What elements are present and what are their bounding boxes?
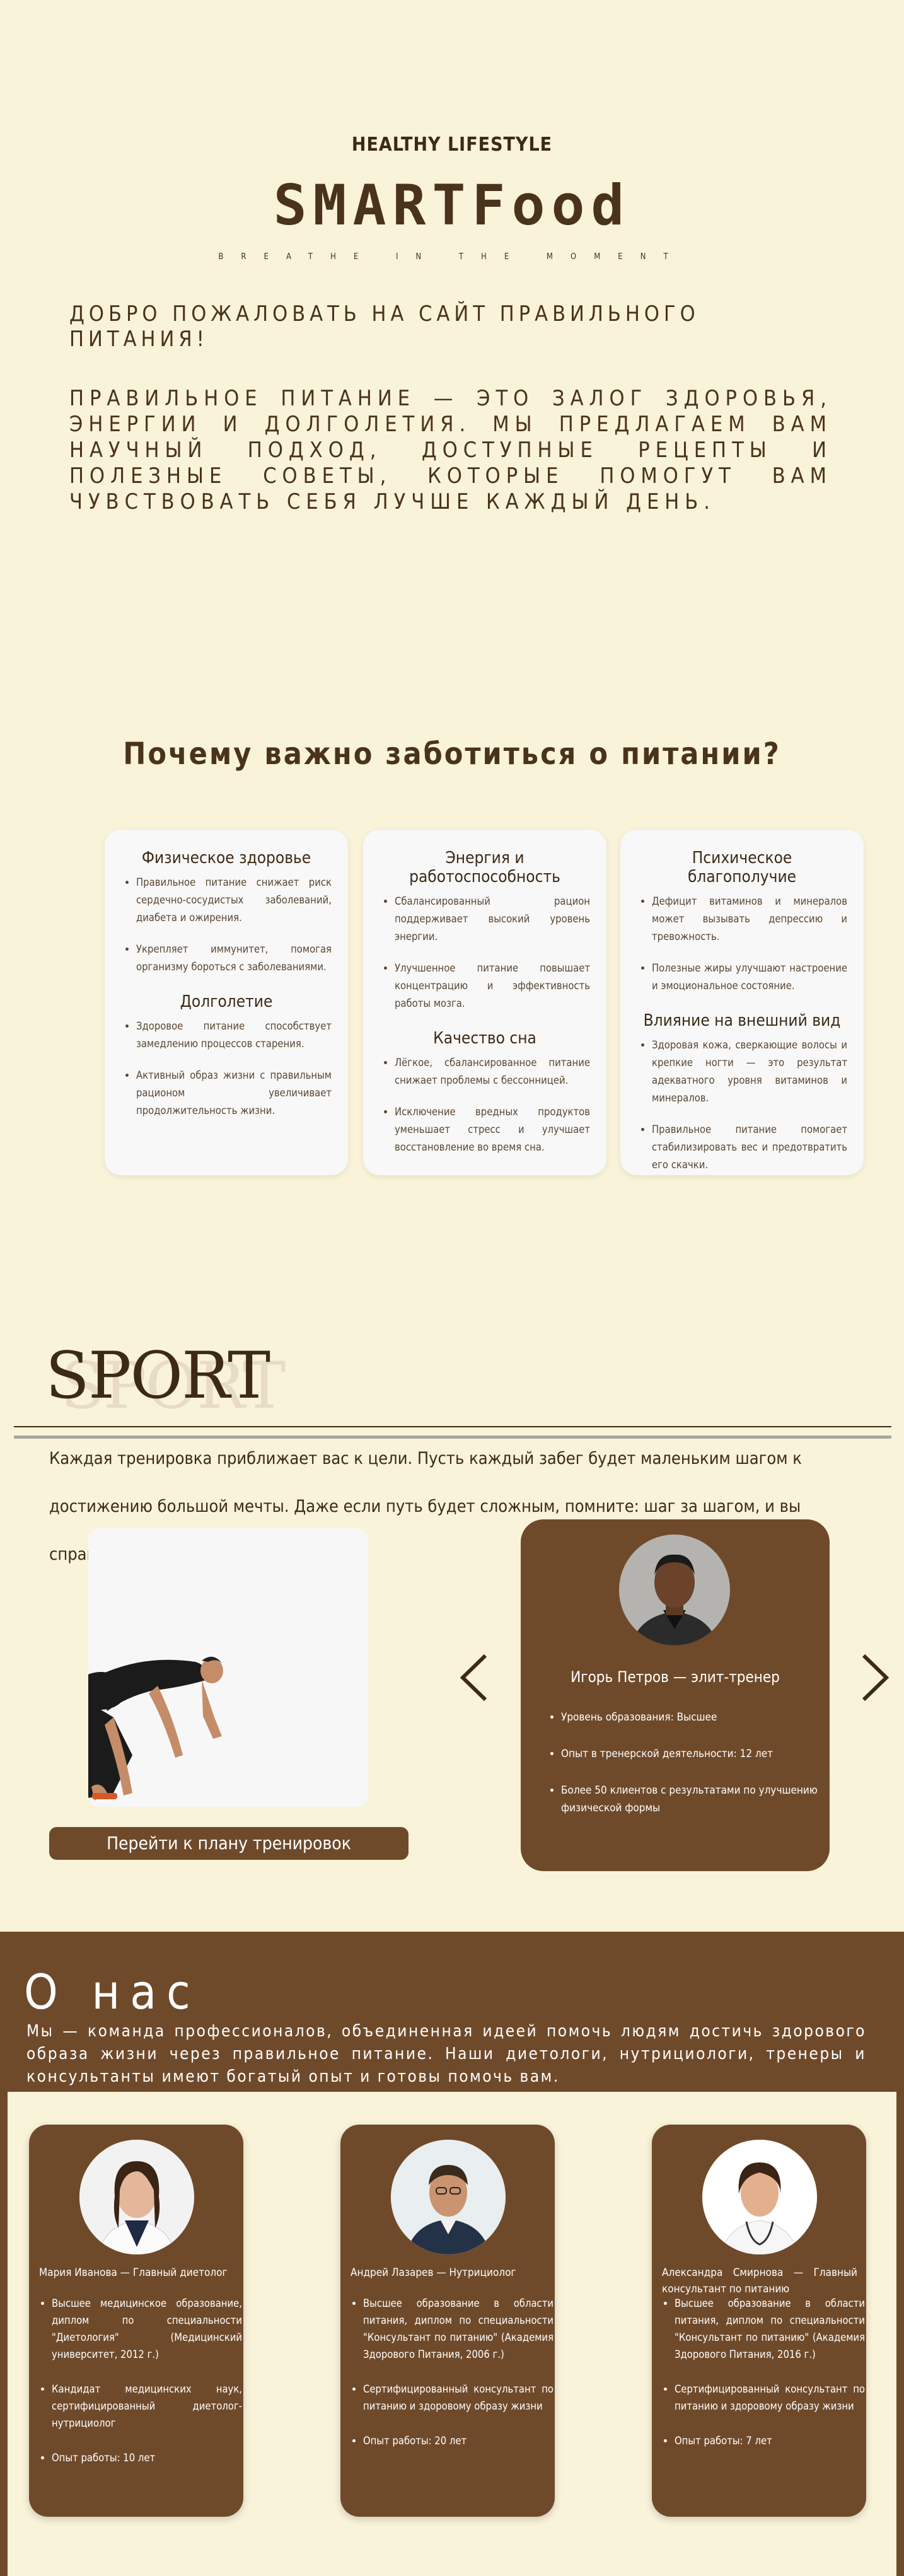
list-item: Правильное питание снижает риск сердечно… (136, 874, 332, 927)
athlete-image (88, 1528, 368, 1807)
sport-title: SPORT (45, 1338, 270, 1413)
list-item: Здоровая кожа, сверкающие волосы и крепк… (652, 1036, 847, 1107)
card-heading: Физическое здоровье (141, 849, 311, 867)
team-member-details: Высшее образование в области питания, ди… (351, 2295, 553, 2467)
list-item: Высшее медицинское образование, диплом п… (52, 2295, 242, 2363)
team-card: Мария Иванова — Главный диетолог Высшее … (29, 2125, 243, 2517)
team-member-name: Мария Иванова — Главный диетолог (39, 2266, 228, 2279)
intro-text: Правильное питание — это залог здоровья,… (69, 386, 832, 514)
team-member-name: Александра Смирнова — Главный консультан… (662, 2266, 857, 2295)
about-title: О нас (24, 1964, 200, 2020)
card-heading: Психическое благополучие (687, 849, 797, 886)
training-plan-button[interactable]: Перейти к плану тренировок (49, 1827, 409, 1860)
list-item: Высшее образование в области питания, ди… (675, 2295, 865, 2363)
benefit-list: Здоровая кожа, сверкающие волосы и крепк… (637, 1036, 847, 1174)
hero-tagline: BREATHE IN THE MOMENT (218, 252, 686, 262)
benefit-list: Правильное питание снижает риск сердечно… (121, 874, 332, 976)
benefit-list: Дефицит витаминов и минералов может вызы… (637, 893, 847, 995)
card-heading: Долголетие (180, 992, 273, 1011)
chevron-right-icon[interactable] (859, 1653, 891, 1705)
trainer-details: Уровень образования: Высшее Опыт в трене… (546, 1709, 826, 1836)
benefit-card: Психическое благополучие Дефицит витамин… (620, 830, 864, 1175)
list-item: Сертифицированный консультант по питанию… (675, 2381, 865, 2415)
trainer-avatar (619, 1535, 730, 1645)
divider (14, 1426, 891, 1427)
team-card: Александра Смирнова — Главный консультан… (652, 2125, 866, 2517)
list-item: Активный образ жизни с правильным рацион… (136, 1067, 332, 1120)
benefit-list: Сбалансированный рацион поддерживает выс… (380, 893, 590, 1012)
list-item: Исключение вредных продуктов уменьшает с… (395, 1103, 590, 1156)
list-item: Здоровое питание способствует замедлению… (136, 1018, 332, 1053)
trainer-card: Игорь Петров — элит-тренер Уровень образ… (521, 1519, 830, 1871)
list-item: Опыт работы: 10 лет (52, 2449, 242, 2466)
chevron-left-icon[interactable] (458, 1653, 490, 1705)
team-avatar (391, 2140, 506, 2254)
list-item: Улучшенное питание повышает концентрацию… (395, 960, 590, 1012)
list-item: Опыт в тренерской деятельности: 12 лет (561, 1745, 826, 1763)
team-card: Андрей Лазарев — Нутрициолог Высшее обра… (340, 2125, 555, 2517)
team-member-details: Высшее медицинское образование, диплом п… (39, 2295, 242, 2484)
benefit-card: Энергия и работоспособность Сбалансирова… (363, 830, 606, 1175)
list-item: Более 50 клиентов с результатами по улуч… (561, 1782, 826, 1817)
hero-kicker: HEALTHY LIFESTYLE (351, 134, 553, 156)
list-item: Укрепляет иммунитет, помогая организму б… (136, 941, 332, 976)
why-title: Почему важно заботиться о питании? (123, 736, 781, 772)
list-item: Кандидат медицинских наук, сертифицирова… (52, 2381, 242, 2432)
list-item: Уровень образования: Высшее (561, 1709, 826, 1726)
team-member-name: Андрей Лазарев — Нутрициолог (351, 2266, 516, 2279)
site-logo[interactable]: SMARTFood (0, 178, 904, 233)
benefit-card: Физическое здоровье Правильное питание с… (105, 830, 348, 1175)
trainer-name: Игорь Петров — элит-тренер (571, 1668, 780, 1686)
list-item: Сертифицированный консультант по питанию… (363, 2381, 553, 2415)
team-avatar (702, 2140, 817, 2254)
benefit-list: Здоровое питание способствует замедлению… (121, 1018, 332, 1120)
list-item: Опыт работы: 20 лет (363, 2432, 553, 2449)
welcome-heading: Добро пожаловать на сайт правильного пит… (69, 301, 700, 352)
list-item: Дефицит витаминов и минералов может вызы… (652, 893, 847, 946)
list-item: Полезные жиры улучшают настроение и эмоц… (652, 960, 847, 995)
list-item: Сбалансированный рацион поддерживает выс… (395, 893, 590, 946)
about-text: Мы — команда профессионалов, объединенна… (26, 2022, 866, 2086)
list-item: Правильное питание помогает стабилизиров… (652, 1121, 847, 1174)
card-heading: Качество сна (433, 1029, 536, 1048)
benefit-list: Лёгкое, сбалансированное питание снижает… (380, 1054, 590, 1156)
list-item: Опыт работы: 7 лет (675, 2432, 865, 2449)
card-heading: Влияние на внешний вид (643, 1011, 841, 1030)
list-item: Лёгкое, сбалансированное питание снижает… (395, 1054, 590, 1089)
team-avatar (79, 2140, 194, 2254)
list-item: Высшее образование в области питания, ди… (363, 2295, 553, 2363)
card-heading: Энергия и работоспособность (409, 849, 560, 886)
team-member-details: Высшее образование в области питания, ди… (662, 2295, 865, 2467)
